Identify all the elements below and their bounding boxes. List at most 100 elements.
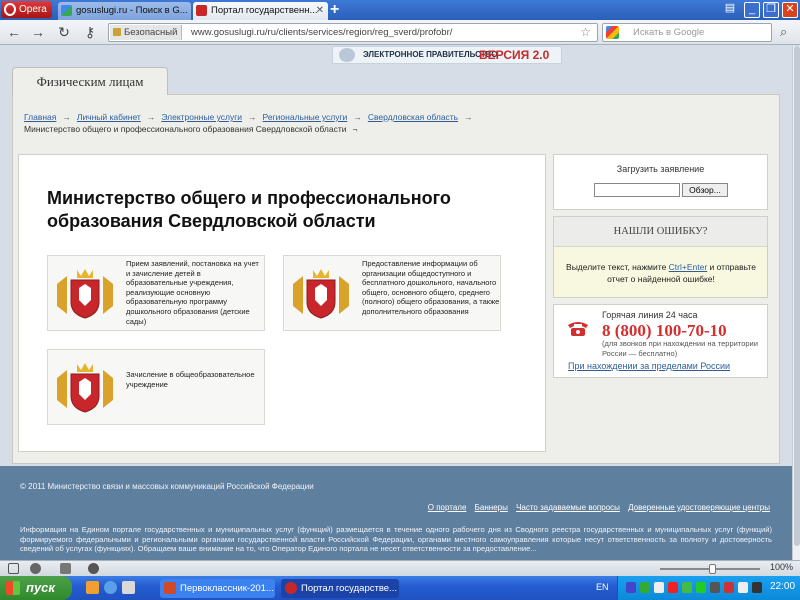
tray-battery-icon[interactable] (696, 582, 706, 593)
search-placeholder: Искать в Google (633, 27, 705, 38)
breadcrumb-link-eservices[interactable]: Электронные услуги (161, 112, 242, 122)
reload-icon[interactable]: ↻ (56, 24, 72, 40)
address-bar[interactable]: Безопасный www.gosuslugi.ru/ru/clients/s… (108, 23, 598, 42)
back-icon[interactable]: ← (6, 24, 22, 40)
start-label: пуск (26, 580, 55, 595)
windows-taskbar: пуск Первоклассник-201... Портал государ… (0, 576, 800, 600)
service-card[interactable]: Прием заявлений, постановка на учет и за… (47, 255, 265, 331)
upload-panel: Загрузить заявление Обзор... (553, 154, 768, 210)
egov-banner[interactable]: ЭЛЕКТРОННОЕ ПРАВИТЕЛЬСТВО ВЕРСИЯ 2.0 (332, 46, 562, 64)
breadcrumb-link-home[interactable]: Главная (24, 112, 56, 122)
tray-update-icon[interactable] (724, 582, 734, 593)
secure-badge[interactable]: Безопасный (110, 25, 183, 40)
url-text[interactable]: www.gosuslugi.ru/ru/clients/services/reg… (191, 24, 452, 41)
arrow-right-icon: → (146, 112, 156, 122)
arrow-right-icon: → (248, 112, 257, 122)
quicklaunch-ie-icon[interactable] (104, 581, 117, 594)
service-description: Зачисление в общеобразовательное учрежде… (126, 370, 255, 389)
close-tab-icon[interactable]: ✕ (316, 2, 324, 19)
tray-security-icon[interactable] (668, 582, 678, 593)
tray-misc-icon[interactable] (752, 582, 762, 593)
vertical-scrollbar[interactable] (792, 46, 800, 560)
turbo-icon[interactable] (88, 563, 99, 574)
google-favicon-icon (61, 5, 72, 16)
tab-gosuslugi[interactable]: Портал государственн... ✕ (193, 2, 328, 20)
browser-nav-bar: ← → ↻ ⚷ Безопасный www.gosuslugi.ru/ru/c… (0, 20, 800, 45)
footer-info: Информация на Едином портале государстве… (20, 525, 772, 554)
tray-network-icon[interactable] (626, 582, 636, 593)
forward-icon[interactable]: → (30, 24, 46, 40)
key-icon[interactable]: ⚷ (82, 24, 98, 40)
footer-link-banners[interactable]: Баннеры (475, 503, 508, 512)
taskbar-button-powerpoint[interactable]: Первоклассник-201... (160, 579, 275, 598)
page-viewport: ЭЛЕКТРОННОЕ ПРАВИТЕЛЬСТВО ВЕРСИЯ 2.0 Физ… (0, 46, 792, 560)
scrollbar-thumb[interactable] (794, 46, 800, 546)
quicklaunch-desktop-icon[interactable] (122, 581, 135, 594)
powerpoint-icon (164, 582, 176, 594)
ctrl-enter-link[interactable]: Ctrl+Enter (669, 262, 708, 272)
taskbar-button-opera[interactable]: Портал государстве... (281, 579, 399, 598)
restore-button[interactable]: ❐ (763, 2, 779, 18)
service-card[interactable]: Зачисление в общеобразовательное учрежде… (47, 349, 265, 425)
lock-icon (113, 28, 121, 36)
abroad-link[interactable]: При нахождении за пределами России (568, 361, 730, 371)
browser-status-bar: 100% (0, 560, 800, 576)
hotline-panel: Горячая линия 24 часа 8 (800) 100-70-10 … (553, 304, 768, 378)
footer-link-about[interactable]: О портале (428, 503, 467, 512)
arrow-right-icon: → (62, 112, 71, 122)
tab-individuals[interactable]: Физическим лицам (12, 67, 168, 95)
tab-google-search[interactable]: gosuslugi.ru - Поиск в G... (58, 2, 191, 20)
opera-icon (285, 582, 297, 594)
tab-label: gosuslugi.ru - Поиск в G... (76, 5, 188, 16)
gosuslugi-favicon-icon (196, 5, 207, 16)
breadcrumb-link-regional[interactable]: Региональные услуги (263, 112, 348, 122)
breadcrumb-current: Министерство общего и профессионального … (24, 124, 347, 134)
zoom-slider-knob[interactable] (709, 564, 716, 574)
coat-of-arms-icon (293, 269, 349, 319)
tray-app-icon[interactable] (682, 582, 692, 593)
taskbar-clock[interactable]: 22:00 (770, 581, 795, 592)
tab-list-icon[interactable]: ▤ (722, 2, 738, 18)
opera-menu-button[interactable]: Opera (1, 1, 52, 18)
page-footer: © 2011 Министерство связи и массовых ком… (0, 466, 792, 560)
breadcrumb-link-sverdlovsk[interactable]: Свердловская область (368, 112, 458, 122)
start-button[interactable]: пуск (0, 576, 72, 600)
hotline-note: (для звонков при нахождении на территори… (602, 339, 758, 358)
bookmark-star-icon[interactable]: ☆ (580, 24, 591, 41)
upload-label: Загрузить заявление (616, 164, 705, 174)
opera-logo-icon (4, 3, 16, 16)
coat-of-arms-icon (57, 363, 113, 413)
minimize-button[interactable]: _ (744, 2, 760, 18)
footer-link-faq[interactable]: Часто задаваемые вопросы (516, 503, 620, 512)
emblem-icon (339, 48, 355, 62)
page-title: Министерство общего и профессионального … (47, 188, 451, 231)
error-report-header: НАШЛИ ОШИБКУ? (554, 217, 767, 247)
language-indicator[interactable]: EN (596, 582, 609, 592)
search-icon[interactable]: ⌕ (780, 24, 787, 40)
search-field[interactable]: Искать в Google (602, 23, 772, 42)
quicklaunch-opera-icon[interactable] (86, 581, 99, 594)
arrow-down-right-icon: ¬ (352, 124, 358, 134)
secure-label: Безопасный (124, 27, 178, 38)
hotline-number: 8 (800) 100-70-10 (602, 321, 727, 340)
tray-antivirus-icon[interactable] (640, 582, 650, 593)
file-path-input[interactable] (594, 183, 680, 197)
error-report-text: Выделите текст, нажмите Ctrl+Enter и отп… (562, 261, 760, 285)
panel-toggle-icon[interactable] (8, 563, 19, 574)
cloud-icon[interactable] (30, 563, 41, 574)
footer-link-trusted-ca[interactable]: Доверенные удостоверяющие центры (628, 503, 770, 512)
coat-of-arms-icon (57, 269, 113, 319)
zoom-value[interactable]: 100% (770, 562, 793, 572)
service-card[interactable]: Предоставление информации об организации… (283, 255, 501, 331)
speed-dial-icon[interactable] (60, 563, 71, 574)
browse-button[interactable]: Обзор... (682, 183, 728, 197)
close-window-button[interactable]: ✕ (782, 2, 798, 18)
tray-clock-icon[interactable] (738, 582, 748, 593)
breadcrumb-link-cabinet[interactable]: Личный кабинет (77, 112, 141, 122)
opera-menu-label: Opera (19, 4, 47, 15)
tray-display-icon[interactable] (710, 582, 720, 593)
phone-icon (568, 322, 588, 336)
footer-links: О портале Баннеры Часто задаваемые вопро… (422, 503, 770, 512)
tray-volume-icon[interactable] (654, 582, 664, 593)
new-tab-button[interactable]: + (330, 0, 339, 19)
